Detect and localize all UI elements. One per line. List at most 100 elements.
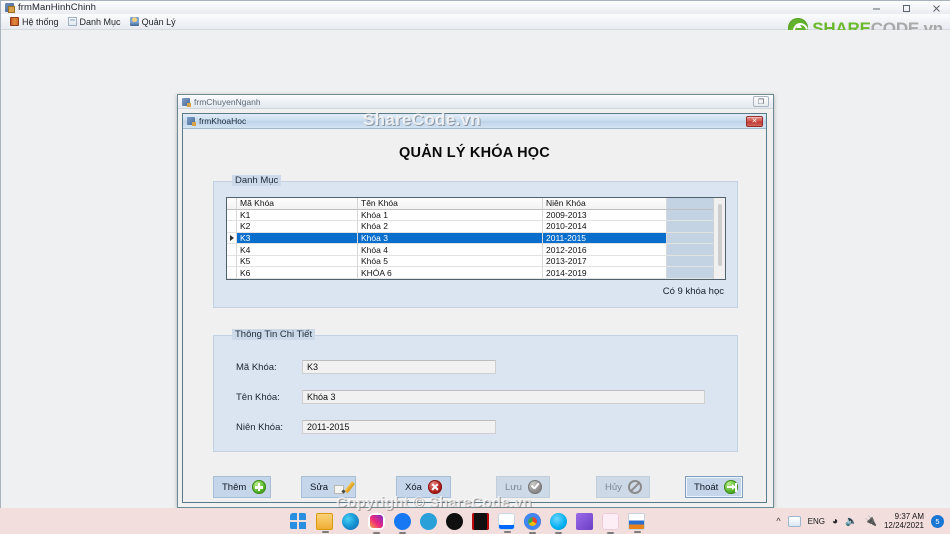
child-window-chuyennganh[interactable]: frmChuyenNganh ❐ frmKhoaHoc ✕ QUẢN LÝ KH… — [177, 94, 774, 508]
xoa-button[interactable]: Xóa — [396, 476, 451, 498]
facebook-icon[interactable] — [394, 512, 411, 534]
them-button[interactable]: Thêm — [213, 476, 271, 498]
menu-item-quan-ly[interactable]: Quản Lý — [128, 14, 183, 29]
close-icon[interactable] — [921, 1, 950, 15]
cell-ten-khoa[interactable]: KHÓA 6 — [358, 267, 543, 279]
cell-ma-khoa[interactable]: K2 — [237, 221, 358, 233]
input-nien-khoa[interactable]: 2011-2015 — [302, 420, 496, 434]
cell-nien-khoa[interactable]: 2009-2013 — [543, 209, 667, 222]
zalo-icon[interactable] — [498, 512, 515, 533]
current-row-arrow-icon — [229, 235, 234, 242]
khoa-hoc-datagrid[interactable]: Mã Khóa Tên Khóa Niên Khóa K1 Khóa 1 200… — [226, 197, 726, 280]
cell-ten-khoa[interactable]: Khóa 1 — [358, 209, 543, 222]
vb-form-icon — [5, 3, 15, 13]
column-header-nien-khoa[interactable]: Niên Khóa — [543, 198, 667, 210]
taskbar-system-tray: ^ ENG ◕ 🔈 🔌 9:37 AM 12/24/2021 5 — [776, 508, 944, 534]
input-ten-khoa[interactable]: Khóa 3 — [302, 390, 705, 404]
skype-icon[interactable] — [550, 512, 567, 534]
sua-button[interactable]: Sửa — [301, 476, 356, 498]
notification-badge[interactable]: 5 — [931, 514, 944, 528]
row-selector[interactable] — [227, 267, 237, 279]
cell-nien-khoa[interactable]: 2014-2019 — [543, 267, 667, 279]
row-selector-current[interactable] — [227, 232, 237, 245]
cell-ten-khoa[interactable]: Khóa 4 — [358, 244, 543, 256]
table-row[interactable]: K5 Khóa 5 2013-2017 — [227, 255, 725, 268]
tray-expand-chevron-icon[interactable]: ^ — [776, 516, 780, 526]
vb-form-icon — [182, 97, 191, 107]
field-row-nien-khoa: Niên Khóa: 2011-2015 — [236, 420, 496, 434]
row-selector[interactable] — [227, 244, 237, 256]
tiktok-icon[interactable] — [446, 512, 463, 530]
vscode-icon[interactable] — [576, 512, 593, 530]
mail-icon[interactable] — [787, 515, 801, 527]
thoat-button-label: Thoát — [694, 481, 719, 493]
windows-taskbar: ^ ENG ◕ 🔈 🔌 9:37 AM 12/24/2021 5 — [0, 508, 950, 534]
user-icon — [129, 17, 139, 26]
cell-ma-khoa[interactable]: K3 — [237, 232, 358, 245]
cell-ma-khoa[interactable]: K1 — [237, 209, 358, 222]
window-controls — [861, 1, 950, 15]
huy-button[interactable]: Hủy — [596, 476, 650, 498]
table-row[interactable]: K1 Khóa 1 2009-2013 — [227, 209, 725, 222]
maximize-icon[interactable] — [891, 1, 921, 15]
taskbar-clock[interactable]: 9:37 AM 12/24/2021 — [884, 512, 924, 530]
row-selector[interactable] — [227, 221, 237, 233]
mdi-client-area: frmChuyenNganh ❐ frmKhoaHoc ✕ QUẢN LÝ KH… — [1, 30, 950, 509]
table-row[interactable]: K6 KHÓA 6 2014-2019 — [227, 267, 725, 279]
instagram-icon[interactable] — [368, 512, 385, 534]
battery-icon[interactable]: 🔌 — [865, 516, 877, 527]
column-header-ten-khoa[interactable]: Tên Khóa — [358, 198, 543, 210]
netflix-icon[interactable] — [472, 512, 489, 530]
visualstudio-icon[interactable] — [602, 512, 619, 534]
cell-nien-khoa[interactable]: 2010-2014 — [543, 221, 667, 233]
column-header-ma-khoa[interactable]: Mã Khóa — [237, 198, 358, 210]
cell-ma-khoa[interactable]: K4 — [237, 244, 358, 256]
cell-ma-khoa[interactable]: K5 — [237, 255, 358, 268]
clock-time: 9:37 AM — [894, 511, 924, 521]
cell-ten-khoa[interactable]: Khóa 3 — [358, 232, 543, 245]
cell-nien-khoa[interactable]: 2011-2015 — [543, 232, 667, 245]
language-indicator[interactable]: ENG — [808, 517, 825, 526]
khoahoc-close-icon[interactable]: ✕ — [746, 116, 763, 127]
scrollbar-thumb[interactable] — [718, 204, 722, 266]
main-application-window: frmManHinhChinh Hệ thống Danh Mục Quản L… — [0, 0, 950, 509]
exit-door-icon — [724, 480, 739, 494]
table-row[interactable]: K4 Khóa 4 2012-2016 — [227, 244, 725, 256]
main-window-titlebar[interactable]: frmManHinhChinh — [1, 1, 950, 14]
main-window-title: frmManHinhChinh — [18, 2, 97, 13]
luu-button-label: Lưu — [505, 481, 522, 493]
cell-nien-khoa[interactable]: 2012-2016 — [543, 244, 667, 256]
table-row-selected[interactable]: K3 Khóa 3 2011-2015 — [227, 232, 725, 245]
luu-button[interactable]: Lưu — [496, 476, 550, 498]
cell-ten-khoa[interactable]: Khóa 2 — [358, 221, 543, 233]
vb-form-icon — [187, 117, 196, 126]
cell-nien-khoa[interactable]: 2013-2017 — [543, 255, 667, 268]
taskbar-app-icons — [290, 508, 645, 534]
chuyennganh-maximize-icon[interactable]: ❐ — [753, 96, 769, 107]
huy-button-label: Hủy — [605, 481, 622, 493]
child-window-khoahoc[interactable]: frmKhoaHoc ✕ QUẢN LÝ KHÓA HỌC Danh Mục M… — [182, 113, 767, 503]
datagrid-vertical-scrollbar[interactable] — [713, 198, 725, 279]
table-row[interactable]: K2 Khóa 2 2010-2014 — [227, 221, 725, 233]
chuyennganh-titlebar[interactable]: frmChuyenNganh ❐ — [178, 95, 773, 109]
row-selector[interactable] — [227, 209, 237, 222]
row-selector[interactable] — [227, 255, 237, 268]
action-button-bar: Thêm Sửa Xóa Lưu Hủy Thoát — [183, 472, 766, 502]
input-ma-khoa[interactable]: K3 — [302, 360, 496, 374]
telegram-icon[interactable] — [420, 512, 437, 530]
edge-icon[interactable] — [342, 512, 359, 530]
app-window-icon[interactable] — [628, 512, 645, 533]
delete-x-icon — [427, 480, 442, 494]
file-explorer-icon[interactable] — [316, 512, 333, 533]
cell-ma-khoa[interactable]: K6 — [237, 267, 358, 279]
start-icon[interactable] — [290, 512, 307, 530]
chrome-icon[interactable] — [524, 512, 541, 534]
menu-item-danh-muc[interactable]: Danh Mục — [66, 14, 128, 29]
menu-item-he-thong[interactable]: Hệ thống — [8, 14, 66, 29]
khoahoc-titlebar[interactable]: frmKhoaHoc ✕ — [183, 114, 766, 129]
thoat-button[interactable]: Thoát — [685, 476, 743, 498]
cell-ten-khoa[interactable]: Khóa 5 — [358, 255, 543, 268]
minimize-icon[interactable] — [861, 1, 891, 15]
wifi-icon[interactable]: ◕ — [832, 516, 838, 527]
volume-icon[interactable]: 🔈 — [845, 516, 857, 527]
